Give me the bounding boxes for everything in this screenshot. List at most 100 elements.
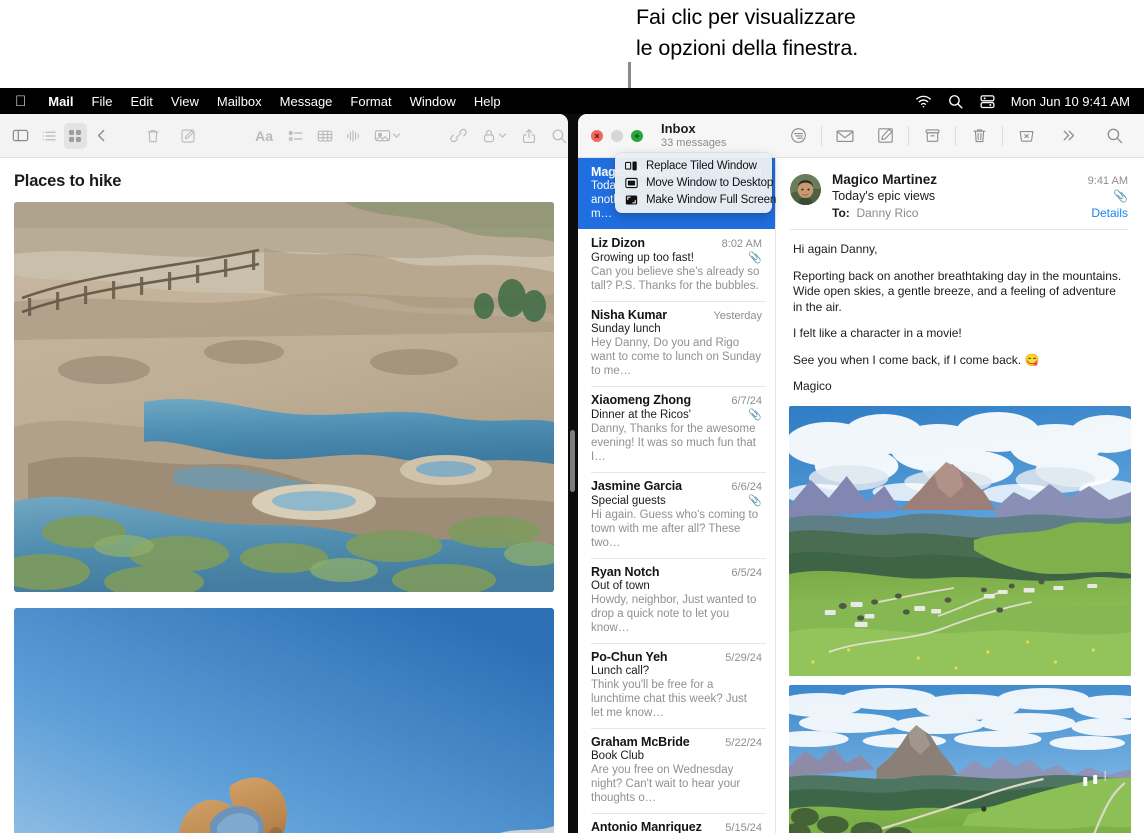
media-chevron-down-icon[interactable] [392,125,401,147]
filter-icon[interactable] [778,122,818,150]
paperclip-icon: 📎 [748,251,762,264]
menu-item-label: Make Window Full Screen [646,194,776,206]
apple-logo-icon[interactable]:  [15,94,26,109]
details-link[interactable]: Details [1091,206,1128,220]
close-icon[interactable] [591,130,603,142]
menu-item-move-window-to-desktop[interactable]: Move Window to Desktop [615,174,772,191]
message-date: 5/15/24 [725,822,762,833]
message-date: Yesterday [713,310,762,322]
message-subject: Dinner at the Ricos' [591,409,691,421]
message-list-item[interactable]: Liz Dizon 8:02 AM Growing up too fast! 📎… [578,229,775,301]
desktop-scrollbar[interactable] [570,430,575,492]
message-sender: Jasmine Garcia [591,479,682,493]
message-subject: Special guests [591,495,666,507]
menu-item-window[interactable]: Window [401,94,465,109]
message-list[interactable]: Magico Martinez 9:41 AM Today's epic vie… [578,158,776,833]
callout-line-1: Fai clic per visualizzare [636,2,1036,33]
message-body: Hi again Danny, Reporting back on anothe… [776,230,1144,395]
search-icon[interactable] [947,93,964,110]
junk-icon[interactable] [1006,122,1046,150]
mailbox-title: Inbox 33 messages [661,122,726,150]
window-options-popup[interactable]: Replace Tiled Window Move Window to Desk… [615,153,772,213]
gallery-view-icon[interactable] [64,123,87,149]
dolomites-trail-photo[interactable] [789,685,1131,833]
screenshot-root: Fai clic per visualizzare le opzioni del… [0,0,1144,833]
menu-item-mailbox[interactable]: Mailbox [208,94,271,109]
control-center-icon[interactable] [979,93,996,110]
minimize-icon[interactable] [611,130,623,142]
menu-item-message[interactable]: Message [271,94,342,109]
message-subject: Today's epic views [832,189,935,203]
callout-line-2: le opzioni della finestra. [636,33,1036,64]
message-paragraph: I felt like a character in a movie! [793,326,1126,342]
message-subject: Growing up too fast! [591,252,694,264]
message-list-item[interactable]: Jasmine Garcia 6/6/24 Special guests 📎 H… [578,472,775,558]
message-paragraph: See you when I come back, if I come back… [793,353,1126,369]
list-view-icon[interactable] [40,125,58,147]
make-window-full-screen-icon [624,193,638,207]
media-icon[interactable] [373,125,392,147]
hot-creek-geologic-site-photo[interactable] [14,202,554,592]
to-value: Danny Rico [856,206,918,220]
format-aa-icon[interactable]: Aa [255,125,273,147]
message-sender: Graham McBride [591,735,690,749]
table-icon[interactable] [316,125,334,147]
message-sender: Xiaomeng Zhong [591,393,691,407]
menu-item-label: Replace Tiled Window [646,160,757,172]
menu-item-file[interactable]: File [83,94,122,109]
message-subject: Sunday lunch [591,323,661,335]
message-subject: Book Club [591,750,644,762]
paperclip-icon: 📎 [1113,189,1128,203]
menu-item-replace-tiled-window[interactable]: Replace Tiled Window [615,157,772,174]
menu-item-make-window-full-screen[interactable]: Make Window Full Screen [615,191,772,208]
to-label: To: [832,206,850,220]
lock-chevron-down-icon[interactable] [498,125,507,147]
menubar-clock[interactable]: Mon Jun 10 9:41 AM [1011,94,1130,109]
delete-icon[interactable] [959,122,999,150]
message-snippet: Are you free on Wednesday night? Can't w… [591,763,762,805]
search-icon[interactable] [550,125,568,147]
wifi-icon[interactable] [915,93,932,110]
compose-icon[interactable] [865,122,905,150]
menu-bar:  Mail File Edit View Mailbox Message Fo… [0,88,1144,114]
trash-icon[interactable] [144,125,162,147]
get-mail-icon[interactable] [825,122,865,150]
toolbar-divider [955,126,956,146]
message-sender: Nisha Kumar [591,308,667,322]
menu-item-edit[interactable]: Edit [122,94,162,109]
message-date: 8:02 AM [722,238,762,250]
message-list-item[interactable]: Nisha Kumar Yesterday Sunday lunch Hey D… [578,301,775,386]
alabama-hills-arch-photo[interactable] [14,608,554,833]
menu-item-help[interactable]: Help [465,94,510,109]
lock-icon[interactable] [480,125,498,147]
avatar [790,174,821,205]
paperclip-icon: 📎 [748,494,762,507]
message-list-item[interactable]: Ryan Notch 6/5/24 Out of town Howdy, nei… [578,558,775,643]
back-chevron-icon[interactable] [93,125,110,147]
message-paragraph: Hi again Danny, [793,242,1126,258]
menu-item-view[interactable]: View [162,94,208,109]
audio-icon[interactable] [344,125,362,147]
dolomites-meadow-photo[interactable] [789,406,1131,676]
checklist-icon[interactable] [287,125,305,147]
message-list-item[interactable]: Antonio Manriquez 5/15/24 Pick up from a… [578,813,775,833]
message-list-item[interactable]: Xiaomeng Zhong 6/7/24 Dinner at the Rico… [578,386,775,472]
search-icon[interactable] [1094,122,1134,150]
sidebar-toggle-icon[interactable] [11,125,30,147]
message-list-item[interactable]: Po-Chun Yeh 5/29/24 Lunch call? Think yo… [578,643,775,728]
archive-icon[interactable] [912,122,952,150]
message-snippet: Danny, Thanks for the awesome evening! I… [591,422,762,464]
menu-item-mail[interactable]: Mail [39,94,82,109]
menu-item-format[interactable]: Format [341,94,400,109]
notes-toolbar: Aa [0,114,568,158]
message-sender: Liz Dizon [591,236,645,250]
message-snippet: Can you believe she's already so tall? P… [591,265,762,293]
message-list-item[interactable]: Graham McBride 5/22/24 Book Club Are you… [578,728,775,813]
message-paragraph: Magico [793,379,1126,395]
link-icon[interactable] [449,125,468,147]
note-title: Places to hike [0,158,568,202]
compose-note-icon[interactable] [179,125,197,147]
more-chevrons-icon[interactable] [1048,122,1088,150]
zoom-icon[interactable] [631,130,643,142]
share-icon[interactable] [520,125,538,147]
